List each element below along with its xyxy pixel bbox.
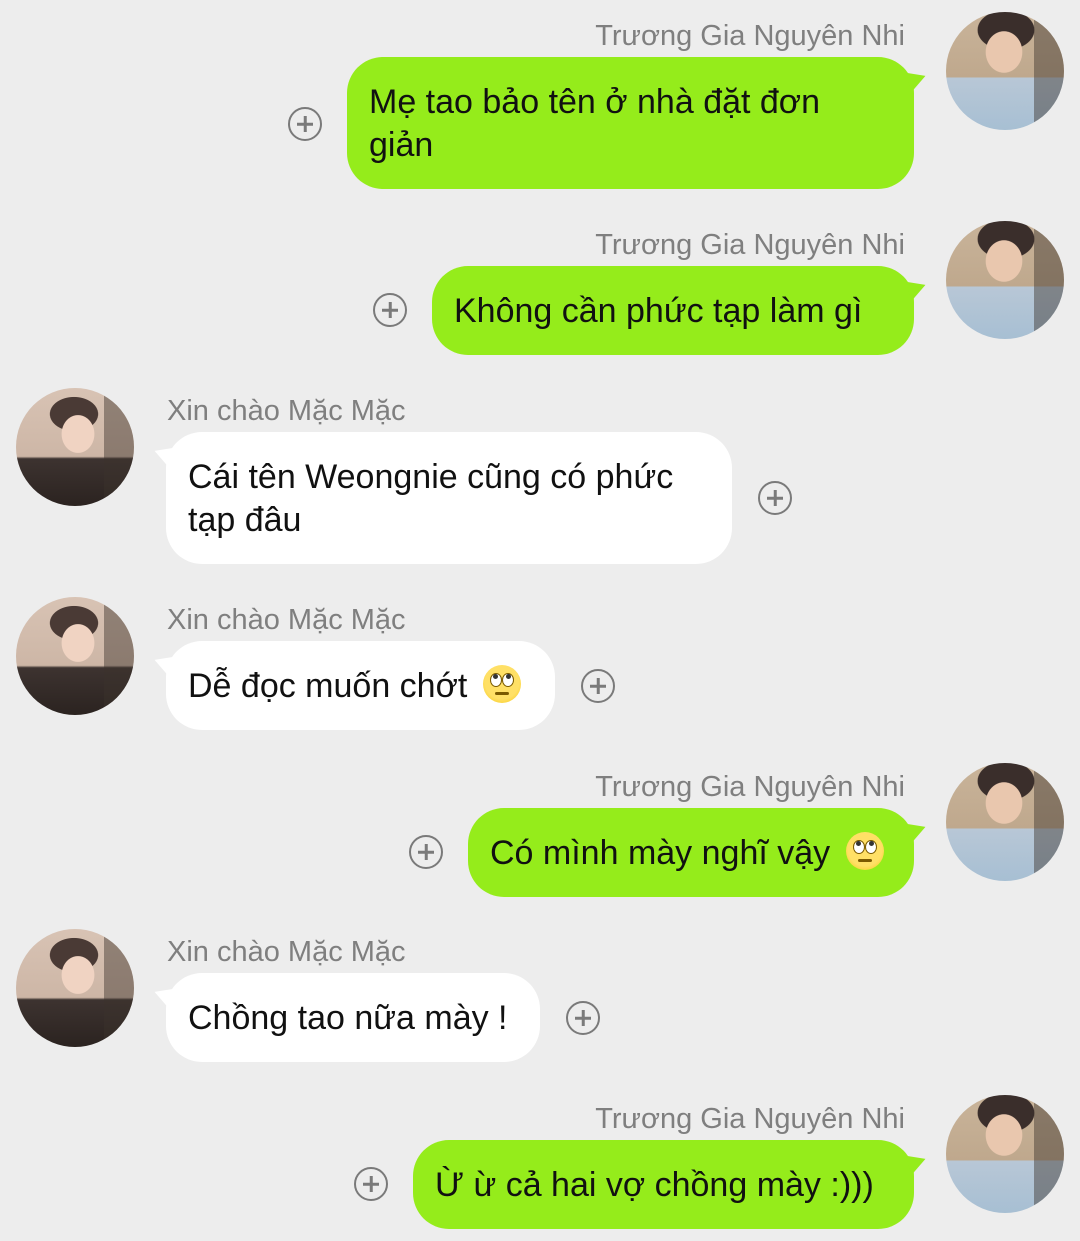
sender-name: Trương Gia Nguyên Nhi bbox=[595, 229, 905, 261]
plus-circle-icon[interactable] bbox=[581, 669, 615, 703]
message-text: Mẹ tao bảo tên ở nhà đặt đơn giản bbox=[369, 83, 821, 164]
avatar[interactable] bbox=[946, 221, 1064, 339]
avatar[interactable] bbox=[946, 12, 1064, 130]
message-text: Cái tên Weongnie cũng có phức tạp đâu bbox=[188, 458, 674, 539]
plus-circle-icon[interactable] bbox=[758, 481, 792, 515]
sender-name: Trương Gia Nguyên Nhi bbox=[595, 1103, 905, 1135]
message-bubble[interactable]: Có mình mày nghĩ vậy bbox=[468, 808, 914, 897]
chat-thread: Trương Gia Nguyên Nhi Mẹ tao bảo tên ở n… bbox=[0, 0, 1080, 1241]
plus-circle-icon[interactable] bbox=[288, 107, 322, 141]
face-with-rolling-eyes-icon bbox=[482, 665, 521, 703]
message-bubble[interactable]: Không cần phức tạp làm gì bbox=[432, 266, 914, 355]
plus-circle-icon[interactable] bbox=[566, 1001, 600, 1035]
message-text: Chồng tao nữa mày ! bbox=[188, 999, 508, 1037]
message-text: Dễ đọc muốn chớt bbox=[188, 667, 468, 705]
avatar[interactable] bbox=[16, 388, 134, 506]
avatar[interactable] bbox=[946, 763, 1064, 881]
sender-name: Trương Gia Nguyên Nhi bbox=[595, 20, 905, 52]
plus-circle-icon[interactable] bbox=[373, 293, 407, 327]
message-text: Không cần phức tạp làm gì bbox=[454, 292, 863, 330]
sender-name: Xin chào Mặc Mặc bbox=[167, 395, 406, 427]
face-with-rolling-eyes-icon bbox=[845, 832, 884, 870]
plus-circle-icon[interactable] bbox=[354, 1167, 388, 1201]
sender-name: Trương Gia Nguyên Nhi bbox=[595, 771, 905, 803]
message-bubble[interactable]: Chồng tao nữa mày ! bbox=[166, 973, 540, 1062]
message-bubble[interactable]: Cái tên Weongnie cũng có phức tạp đâu bbox=[166, 432, 732, 564]
sender-name: Xin chào Mặc Mặc bbox=[167, 936, 406, 968]
message-text: Ừ ừ cả hai vợ chồng mày :))) bbox=[435, 1166, 874, 1204]
message-text: Có mình mày nghĩ vậy bbox=[490, 834, 831, 872]
avatar[interactable] bbox=[16, 597, 134, 715]
sender-name: Xin chào Mặc Mặc bbox=[167, 604, 406, 636]
avatar[interactable] bbox=[16, 929, 134, 1047]
message-bubble[interactable]: Mẹ tao bảo tên ở nhà đặt đơn giản bbox=[347, 57, 914, 189]
avatar[interactable] bbox=[946, 1095, 1064, 1213]
message-bubble[interactable]: Dễ đọc muốn chớt bbox=[166, 641, 555, 730]
plus-circle-icon[interactable] bbox=[409, 835, 443, 869]
message-bubble[interactable]: Ừ ừ cả hai vợ chồng mày :))) bbox=[413, 1140, 914, 1229]
